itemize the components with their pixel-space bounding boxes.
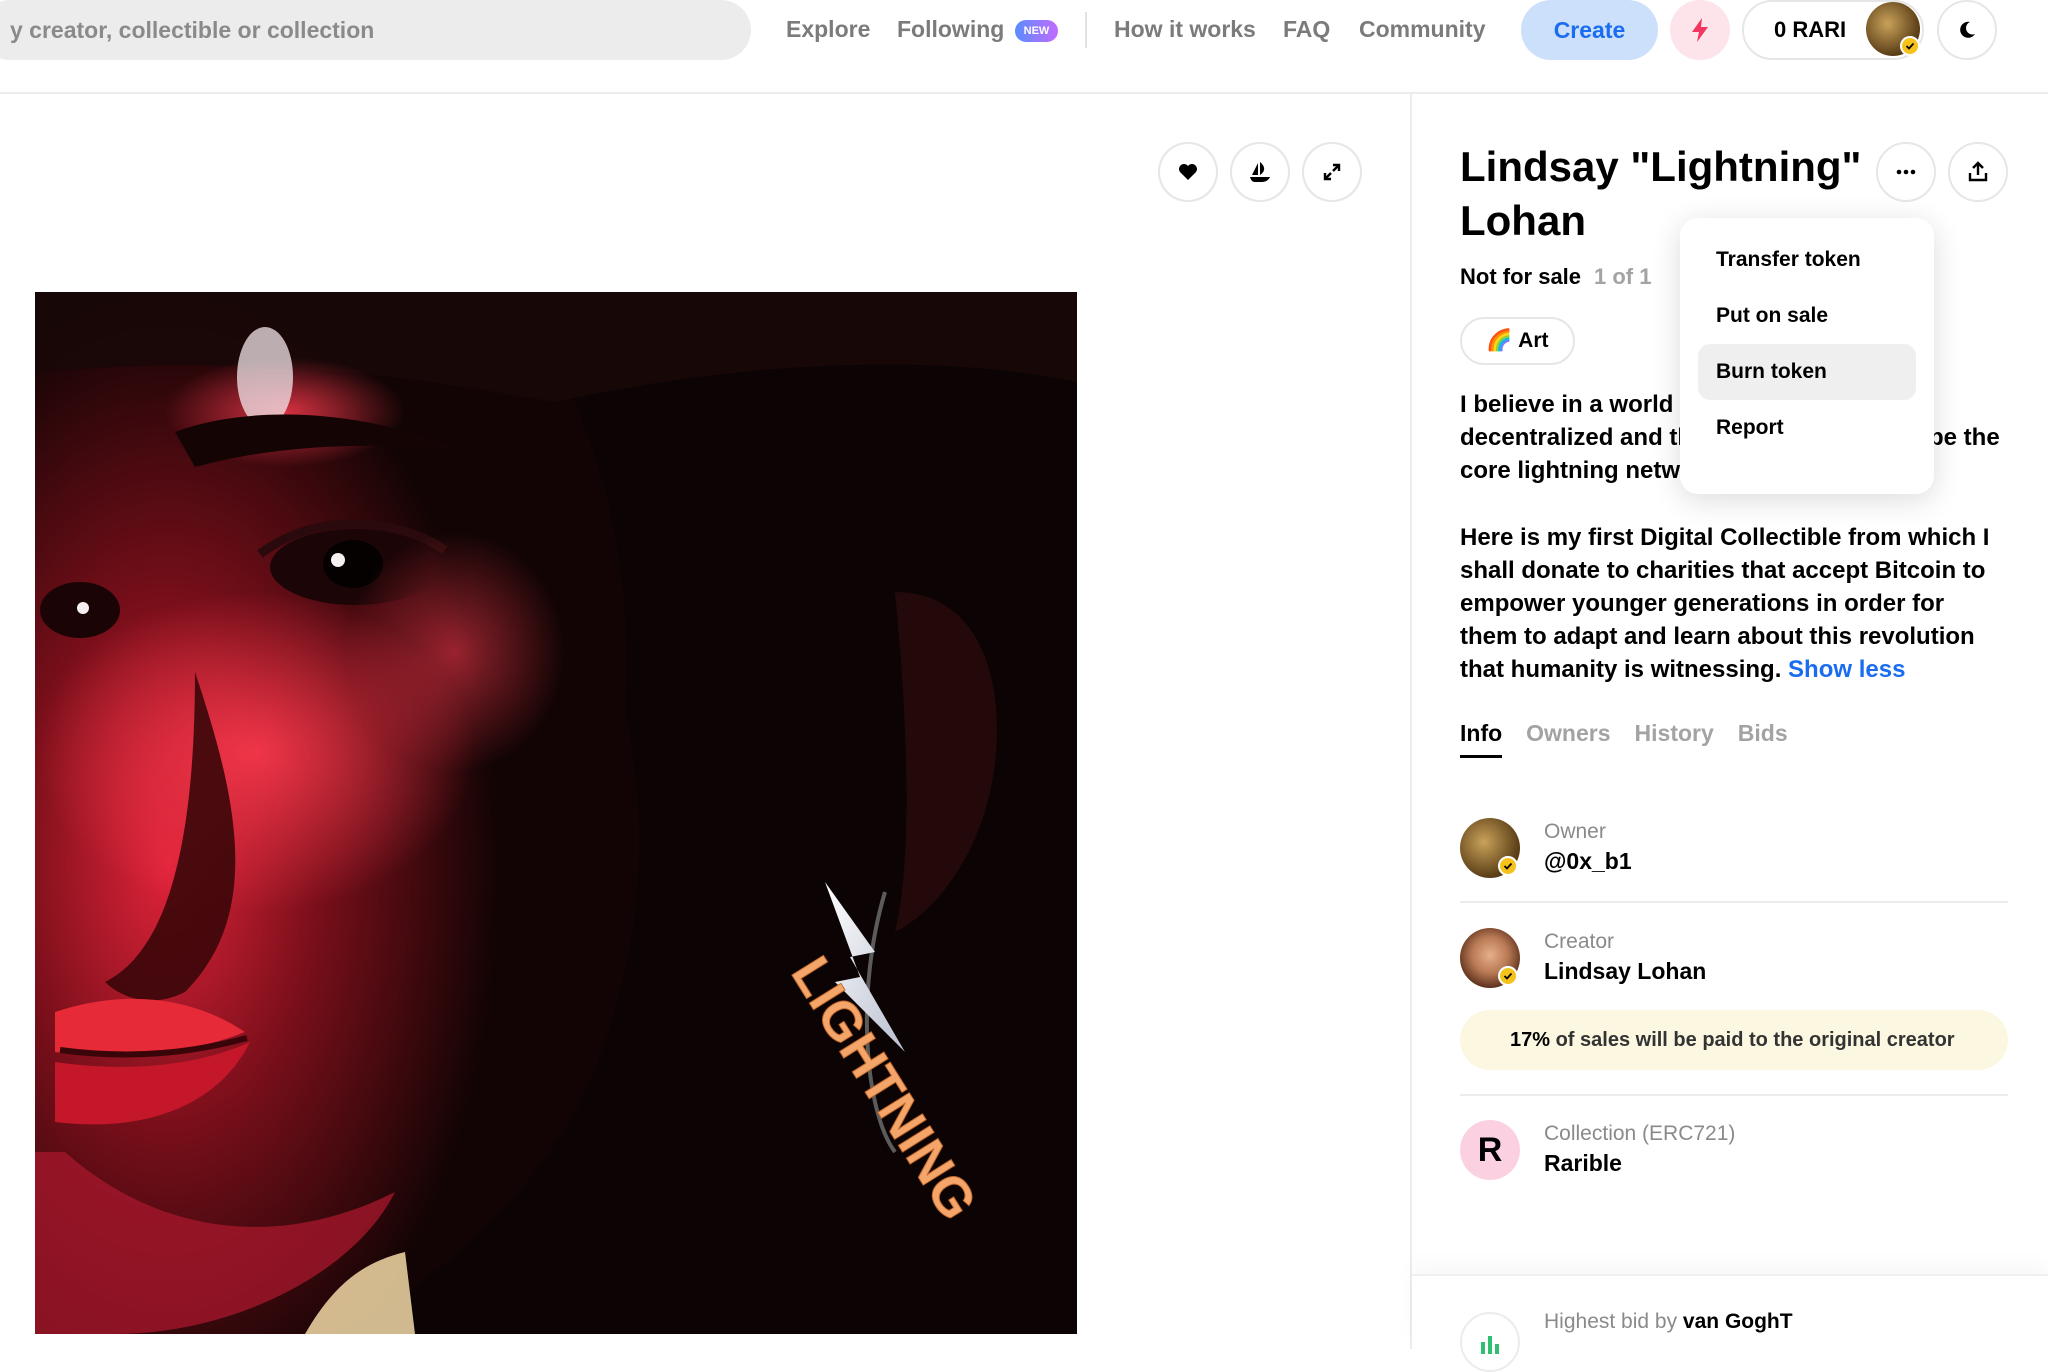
search-bar[interactable]: [0, 0, 751, 60]
lightning-icon: [1692, 18, 1708, 42]
more-options-button[interactable]: [1876, 142, 1936, 202]
nft-artwork[interactable]: LIGHTNING: [35, 292, 1077, 1334]
collection-name[interactable]: Rarible: [1544, 1150, 1622, 1177]
opensea-sailboat-icon: [1250, 162, 1270, 182]
owner-label: Owner: [1544, 820, 1606, 843]
panel-divider: [1410, 94, 1412, 1349]
creator-label: Creator: [1544, 930, 1615, 953]
rari-balance: 0 RARI: [1774, 17, 1847, 42]
bar-chart-icon: [1481, 1336, 1499, 1354]
bidder-name[interactable]: van GoghT: [1683, 1310, 1793, 1333]
more-dots-icon: [1896, 169, 1916, 175]
new-badge: NEW: [1015, 20, 1058, 42]
category-tag[interactable]: 🌈 Art: [1460, 317, 1575, 365]
description-line-tail: be the: [1929, 424, 2000, 451]
bid-bar: Highest bid by van GoghT: [1412, 1274, 2048, 1372]
creator-name[interactable]: Lindsay Lohan: [1544, 958, 1706, 985]
royalty-percent: 17%: [1510, 1028, 1551, 1051]
rarible-logo-icon: R: [1477, 1130, 1503, 1169]
nav-community[interactable]: Community: [1359, 16, 1486, 43]
tab-history[interactable]: History: [1635, 720, 1714, 758]
description-paragraph: Here is my first Digital Collectible fro…: [1460, 521, 2005, 686]
theme-toggle-button[interactable]: [1937, 0, 1997, 60]
detail-tabs: Info Owners History Bids: [1460, 720, 1788, 758]
top-header: Explore Following NEW How it works FAQ C…: [0, 0, 2048, 94]
divider: [1460, 901, 2008, 903]
category-tag-label: Art: [1518, 329, 1549, 352]
nav-how-it-works[interactable]: How it works: [1114, 16, 1256, 43]
menu-item-put-on-sale[interactable]: Put on sale: [1698, 288, 1916, 344]
collection-row[interactable]: R Collection (ERC721) Rarible: [1460, 1120, 2008, 1230]
nav-faq[interactable]: FAQ: [1283, 16, 1330, 43]
royalty-text: of sales will be paid to the original cr…: [1555, 1028, 1955, 1051]
highest-bid-label: Highest bid by van GoghT: [1544, 1310, 1793, 1333]
rainbow-icon: 🌈: [1486, 329, 1513, 352]
show-less-link[interactable]: Show less: [1788, 656, 1905, 683]
share-upload-icon: [1968, 161, 1988, 182]
owner-row[interactable]: Owner @0x_b1: [1460, 818, 2008, 928]
nav-following[interactable]: Following: [897, 16, 1004, 43]
nav-explore[interactable]: Explore: [786, 16, 870, 43]
tab-owners[interactable]: Owners: [1526, 720, 1610, 758]
moon-icon: [1960, 21, 1975, 38]
create-button[interactable]: Create: [1521, 0, 1658, 60]
heart-icon: [1179, 164, 1197, 180]
search-input[interactable]: [10, 16, 751, 44]
menu-item-report[interactable]: Report: [1698, 400, 1916, 456]
sale-status: Not for sale: [1460, 264, 1582, 289]
collection-label: Collection (ERC721): [1544, 1122, 1736, 1145]
nav-divider: [1085, 12, 1087, 48]
activity-button[interactable]: [1670, 0, 1730, 60]
share-button[interactable]: [1948, 142, 2008, 202]
verified-badge-icon: [1498, 966, 1518, 986]
collection-avatar[interactable]: R: [1460, 1120, 1520, 1180]
tab-info[interactable]: Info: [1460, 720, 1503, 758]
fullscreen-button[interactable]: [1302, 142, 1362, 202]
tab-bids[interactable]: Bids: [1738, 720, 1788, 758]
more-options-menu: Transfer token Put on sale Burn token Re…: [1680, 218, 1934, 494]
owner-name[interactable]: @0x_b1: [1544, 848, 1632, 875]
verified-badge-icon: [1498, 856, 1518, 876]
expand-icon: [1323, 163, 1341, 181]
divider: [1460, 1094, 2008, 1096]
royalty-notice: 17% of sales will be paid to the origina…: [1460, 1010, 2008, 1070]
edition-count: 1 of 1: [1594, 264, 1652, 289]
portrait-artwork-image: LIGHTNING: [35, 292, 1077, 1334]
menu-item-transfer-token[interactable]: Transfer token: [1698, 232, 1916, 288]
bid-chart-icon: [1460, 1312, 1520, 1372]
opensea-button[interactable]: [1230, 142, 1290, 202]
menu-item-burn-token[interactable]: Burn token: [1698, 344, 1916, 400]
verified-badge-icon: [1900, 36, 1920, 56]
like-button[interactable]: [1158, 142, 1218, 202]
description-text: Here is my first Digital Collectible fro…: [1460, 524, 1990, 683]
